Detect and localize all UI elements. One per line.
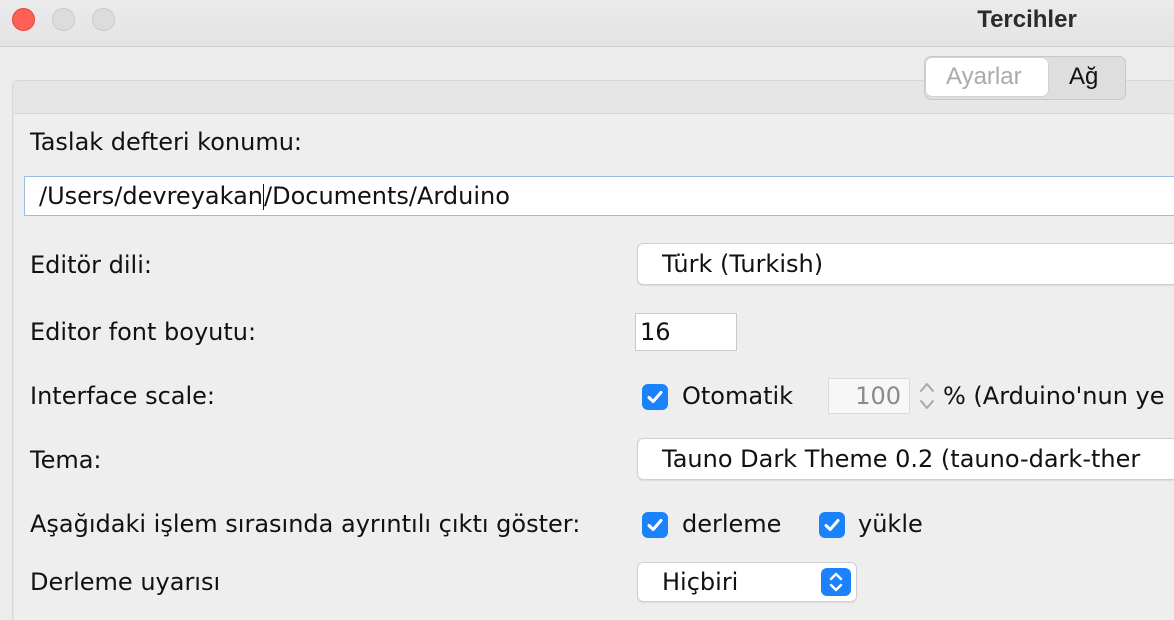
theme-select[interactable]: Tauno Dark Theme 0.2 (tauno-dark-ther: [637, 438, 1174, 480]
editor-language-label: Editör dili:: [30, 251, 152, 279]
scale-stepper[interactable]: [914, 377, 940, 415]
editor-font-size-input[interactable]: 16: [635, 313, 737, 351]
chevron-updown-icon: [821, 568, 851, 596]
checkmark-icon: [824, 519, 840, 531]
verbose-upload-label: yükle: [858, 510, 923, 538]
theme-label: Tema:: [30, 446, 102, 474]
verbose-upload-checkbox[interactable]: [819, 512, 845, 538]
sketchbook-location-input[interactable]: /Users/devreyakan/Documents/Arduino: [24, 176, 1174, 216]
theme-value: Tauno Dark Theme 0.2 (tauno-dark-ther: [662, 445, 1141, 473]
tab-ayarlar[interactable]: Ayarlar: [926, 58, 1048, 96]
checkmark-icon: [647, 519, 663, 531]
title-bar[interactable]: Tercihler: [0, 0, 1174, 47]
close-window-button[interactable]: [12, 8, 35, 31]
sketchbook-path-end: /Documents/Arduino: [264, 182, 510, 210]
window-title: Tercihler: [977, 6, 1077, 33]
editor-font-size-label: Editor font boyutu:: [30, 318, 257, 346]
verbose-compile-label: derleme: [682, 510, 782, 538]
interface-scale-label: Interface scale:: [30, 382, 216, 410]
compiler-warnings-select[interactable]: Hiçbiri: [637, 562, 857, 602]
sketchbook-location-label: Taslak defteri konumu:: [30, 128, 302, 156]
sketchbook-path-start: /Users/devreyakan: [39, 182, 263, 210]
tab-ag[interactable]: Ağ: [1049, 57, 1125, 97]
preferences-window: Tercihler Ayarlar Ağ Taslak defteri konu…: [0, 0, 1174, 620]
minimize-window-button[interactable]: [52, 8, 75, 31]
compiler-warnings-value: Hiçbiri: [662, 568, 739, 596]
auto-scale-label: Otomatik: [682, 382, 794, 410]
zoom-window-button[interactable]: [92, 8, 115, 31]
stepper-arrows-icon: [920, 383, 934, 409]
auto-scale-checkbox[interactable]: [642, 384, 668, 410]
verbose-compile-checkbox[interactable]: [642, 512, 668, 538]
editor-language-select[interactable]: Türk (Turkish): [637, 243, 1174, 285]
compiler-warnings-label: Derleme uyarısı: [30, 568, 221, 596]
scale-suffix-text: % (Arduino'nun ye: [943, 382, 1165, 410]
verbose-output-label: Aşağıdaki işlem sırasında ayrıntılı çıkt…: [30, 510, 581, 538]
editor-language-value: Türk (Turkish): [662, 250, 824, 278]
checkmark-icon: [647, 391, 663, 403]
scale-percent-input[interactable]: 100: [828, 378, 910, 414]
preferences-tabs: Ayarlar Ağ: [924, 56, 1126, 100]
